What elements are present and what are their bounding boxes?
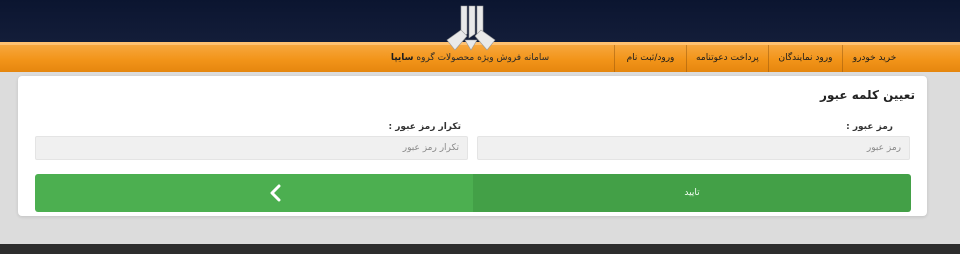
password-input[interactable] xyxy=(477,136,910,160)
footer-bar xyxy=(0,244,960,254)
confirm-password-input[interactable] xyxy=(35,136,468,160)
saipa-logo-icon[interactable] xyxy=(443,4,499,54)
page-title: تعیین کلمه عبور xyxy=(820,88,915,102)
action-buttons: تایید xyxy=(35,174,911,212)
set-password-card: تعیین کلمه عبور رمز عبور : تکرار رمز عبو… xyxy=(18,76,927,216)
chevron-left-icon xyxy=(270,184,281,202)
nav-invitation-payment[interactable]: پرداخت دعوتنامه xyxy=(686,45,768,72)
password-label: رمز عبور : xyxy=(846,122,893,132)
nav-buy-car[interactable]: خرید خودرو xyxy=(842,45,906,72)
nav-dealers-login[interactable]: ورود نمایندگان xyxy=(768,45,842,72)
brand-prefix: سامانه فروش ویژه محصولات گروه xyxy=(416,53,550,63)
submit-button[interactable]: تایید xyxy=(473,174,911,212)
brand-name: سایپا xyxy=(390,53,414,63)
confirm-password-label: تکرار رمز عبور : xyxy=(388,122,461,132)
nav-login-register[interactable]: ورود/ثبت نام xyxy=(614,45,686,72)
back-button[interactable] xyxy=(35,174,473,212)
